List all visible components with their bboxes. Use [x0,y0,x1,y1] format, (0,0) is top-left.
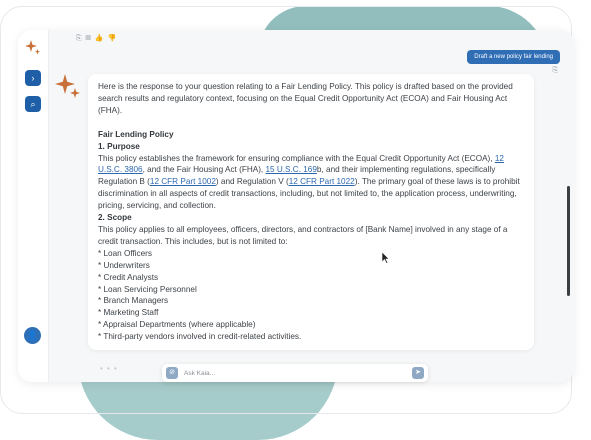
sidebar: › ⌕ 👤 [18,30,49,382]
send-button[interactable]: ➤ [412,367,424,379]
list-item: * Loan Officers [98,248,153,258]
send-icon: ➤ [415,369,421,376]
chevron-right-icon: › [31,73,35,83]
list-item: * Appraisal Departments (where applicabl… [98,320,256,330]
list-item: * Credit Analysts [98,272,159,282]
response-intro: Here is the response to your question re… [98,82,513,115]
user-icon: 👤 [26,330,39,340]
attachment-icon: ⊘ [169,369,175,376]
sidebar-item-expand[interactable]: › [25,70,41,86]
response-title: Fair Lending Policy [98,129,174,139]
scrollbar[interactable] [567,186,570,296]
citation-link[interactable]: 15 U.S.C. 169 [265,165,316,174]
sidebar-item-search[interactable]: ⌕ [25,96,41,112]
list-item: * Marketing Staff [98,308,159,318]
message-toolbar[interactable]: ⎘ ▤ 👍 👎 [76,34,117,43]
typing-indicator: • • • [100,364,118,373]
user-message-text: Draft a new policy fair lending [474,54,553,60]
profile-button[interactable]: 👤 [24,327,41,344]
citation-link[interactable]: 12 CFR Part 1002 [150,177,216,186]
attach-button[interactable]: ⊘ [166,367,178,379]
assistant-response: Here is the response to your question re… [88,74,534,350]
list-item: * Loan Servicing Personnel [98,284,197,294]
citation-link[interactable]: 12 CFR Part 1022 [289,177,355,186]
mouse-cursor-icon [382,252,390,264]
toolbar-icons[interactable]: ⎘ ▤ 👍 👎 [76,35,117,42]
user-message: Draft a new policy fair lending [467,50,560,64]
list-item: * Underwriters [98,260,150,270]
search-icon: ⌕ [30,99,36,109]
chat-window: › ⌕ 👤 ⎘ ▤ 👍 👎 Draft a new policy fair le… [18,30,574,382]
scope-paragraph: This policy applies to all employees, of… [98,224,508,246]
assistant-avatar-sparkle-icon [55,74,80,98]
section-heading-scope: 2. Scope [98,213,132,223]
list-item: * Third-party vendors involved in credit… [98,332,302,342]
sparkle-icon [25,40,40,55]
purpose-paragraph: This policy establishes the framework fo… [98,153,520,211]
ask-input[interactable] [184,366,404,380]
chat-input-bar: ⊘ ➤ [162,364,428,382]
copy-icon[interactable]: ⎘ [552,67,558,75]
section-heading-purpose: 1. Purpose [98,141,140,151]
list-item: * Branch Managers [98,296,169,306]
